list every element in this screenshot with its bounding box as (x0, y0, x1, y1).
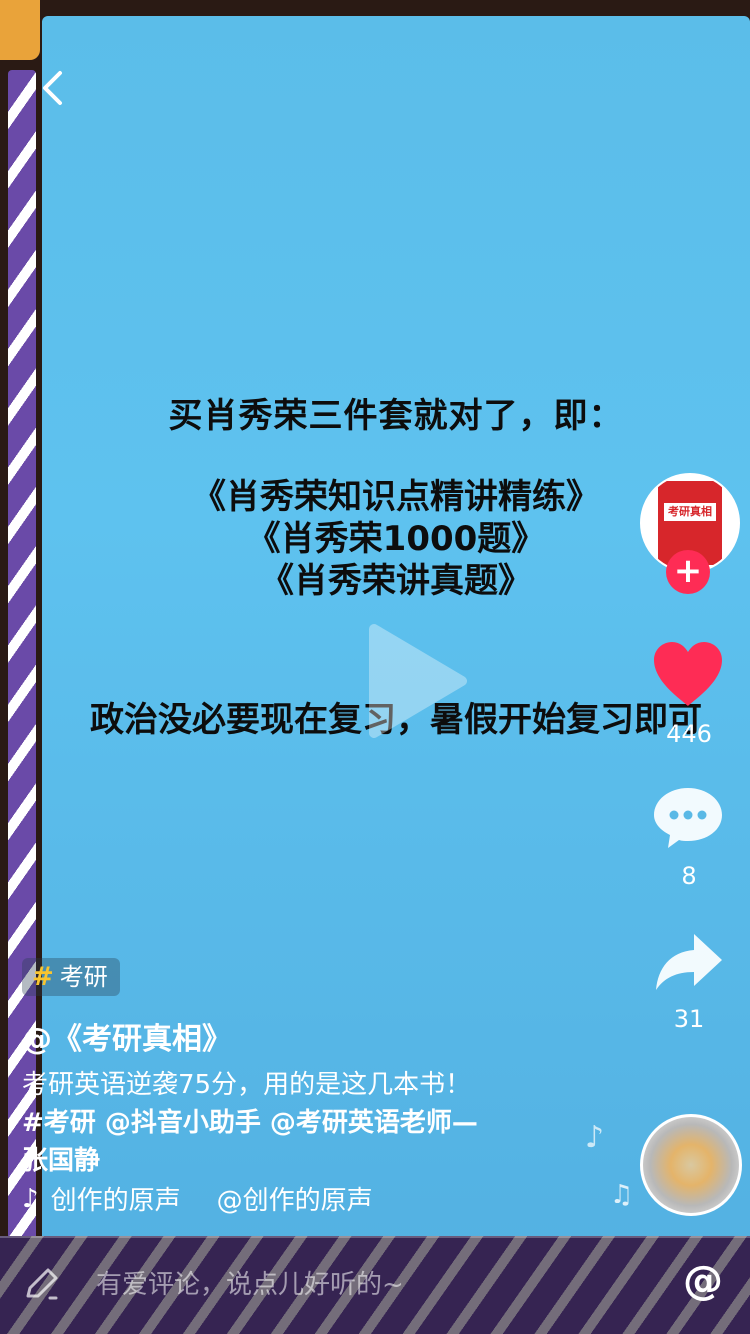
share-arrow-icon[interactable] (654, 932, 724, 992)
frame-corner-decoration (0, 0, 40, 60)
comment-bubble-icon[interactable] (652, 784, 724, 850)
music-disc-avatar[interactable] (640, 1114, 742, 1216)
mention-at-icon[interactable]: @ (683, 1258, 723, 1304)
author-name[interactable]: @《考研真相》 (22, 1014, 232, 1058)
avatar-book-title: 考研真相 (664, 503, 716, 521)
hashtag-pill[interactable]: # 考研 (22, 958, 120, 996)
description-line-1: 考研英语逆袭75分，用的是这几本书！ (22, 1070, 472, 1100)
play-icon[interactable] (364, 621, 470, 741)
music-info[interactable]: ♪ 创作的原声 @创作的原声 (22, 1180, 373, 1217)
comment-bar-divider (0, 1236, 750, 1238)
description-line-3[interactable]: 张国静 (22, 1142, 582, 1180)
back-arrow-icon[interactable] (38, 70, 68, 106)
share-count: 31 (673, 1005, 705, 1033)
pencil-icon (26, 1268, 58, 1300)
description-mentions[interactable]: #考研 @抖音小助手 @考研英语老师— (22, 1104, 582, 1142)
follow-button[interactable]: + (666, 550, 710, 594)
like-heart-icon[interactable] (652, 640, 724, 708)
floating-music-note-icon: ♪ (585, 1120, 605, 1155)
video-description: 考研英语逆袭75分，用的是这几本书！ #考研 @抖音小助手 @考研英语老师— 张… (22, 1066, 582, 1180)
video-caption-line-1: 买肖秀荣三件套就对了，即： (168, 396, 624, 436)
like-count: 446 (666, 720, 712, 748)
hashtag-icon: # (32, 962, 54, 992)
app-frame: 买肖秀荣三件套就对了，即： 《肖秀荣知识点精讲精练》 《肖秀荣1000题》 《肖… (0, 0, 750, 1334)
comment-count: 8 (681, 862, 697, 890)
comment-input[interactable]: 有爱评论，说点儿好听的~ (96, 1264, 404, 1301)
music-author: @创作的原声 (216, 1186, 373, 1216)
hashtag-label: 考研 (59, 963, 108, 991)
floating-music-note-icon: ♫ (610, 1180, 634, 1210)
music-title: 创作的原声 (50, 1186, 181, 1216)
music-note-icon: ♪ (22, 1183, 39, 1214)
video-caption-book-3: 《肖秀荣讲真题》 (260, 561, 532, 601)
